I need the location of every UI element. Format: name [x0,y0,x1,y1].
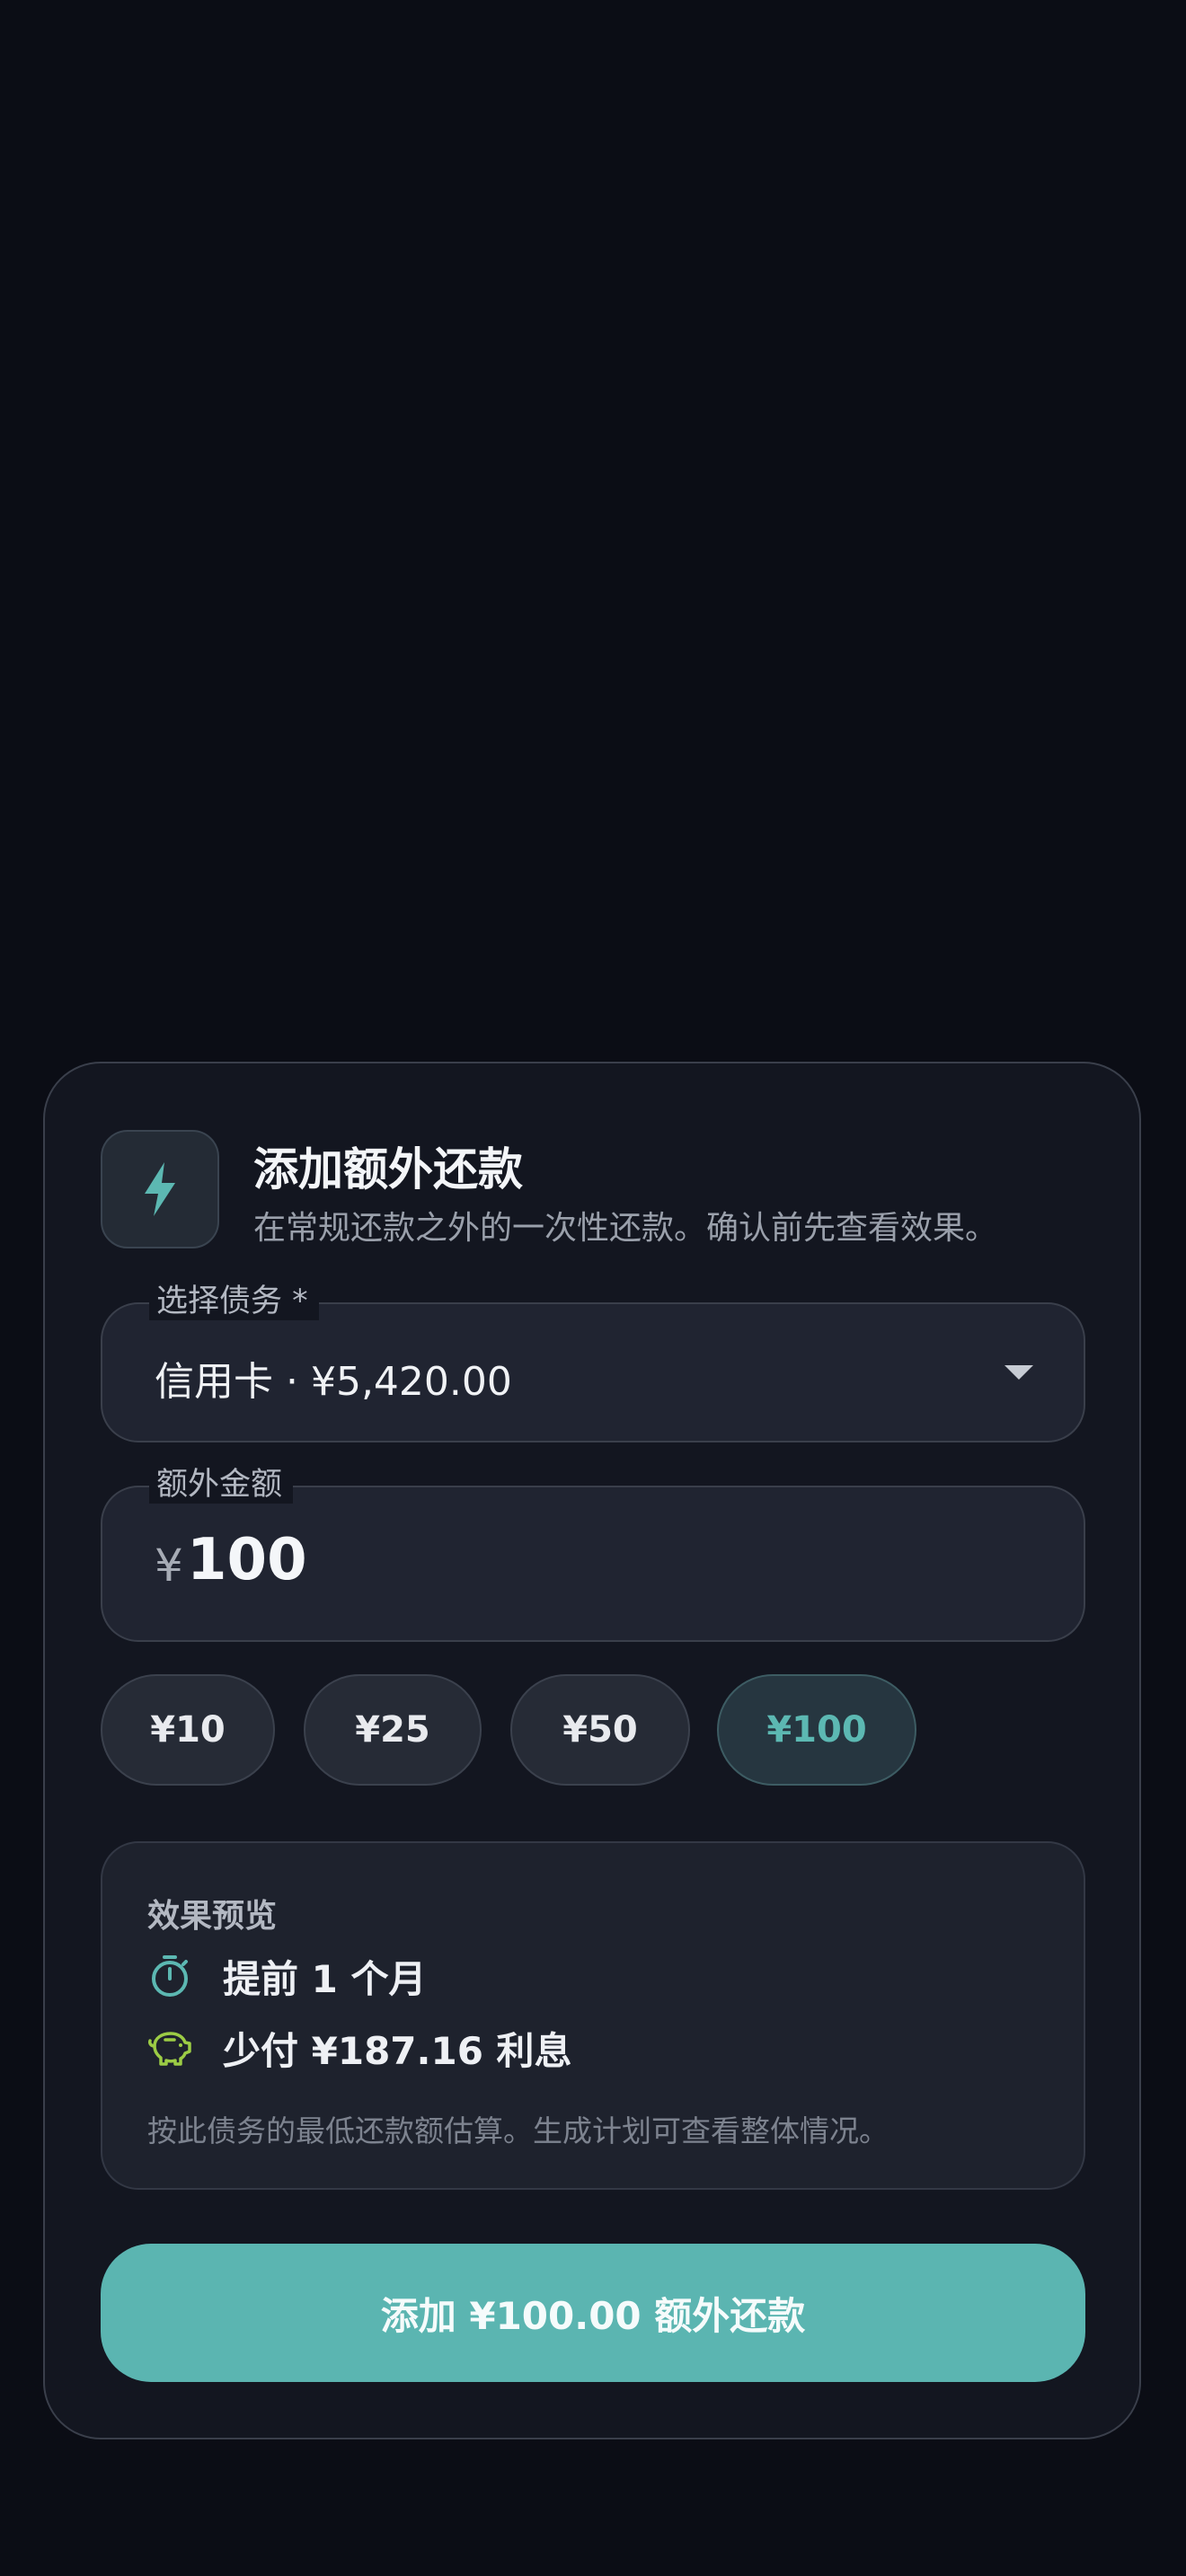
quick-amount-chip-50[interactable]: ¥50 [510,1674,690,1786]
quick-amount-chip-25[interactable]: ¥25 [304,1674,482,1786]
effect-preview-card: 效果预览 提前 1 个月 少付 ¥187.16 利息 按此债务的最低还款额估算。… [101,1841,1085,2190]
dropdown-arrow-icon[interactable] [1005,1365,1033,1380]
piggy-bank-icon [147,2025,192,2070]
debt-select[interactable]: 选择债务 * 信用卡 · ¥5,420.00 [101,1283,1085,1442]
add-extra-payment-button[interactable]: 添加 ¥100.00 额外还款 [101,2244,1085,2382]
debt-select-value: 信用卡 · ¥5,420.00 [155,1359,512,1405]
preview-time-text: 提前 1 个月 [223,1956,427,2001]
extra-amount-label: 额外金额 [149,1466,294,1504]
extra-amount-field[interactable]: 额外金额 ¥ 100 [101,1466,1085,1642]
quick-amount-chip-10[interactable]: ¥10 [101,1674,275,1786]
add-extra-payment-sheet: 添加额外还款 在常规还款之外的一次性还款。确认前先查看效果。 选择债务 * 信用… [43,1062,1141,2439]
preview-item-time: 提前 1 个月 [147,1951,426,2001]
bolt-icon [101,1130,219,1248]
preview-note: 按此债务的最低还款额估算。生成计划可查看整体情况。 [147,2113,889,2148]
preview-item-interest: 少付 ¥187.16 利息 [147,2023,572,2073]
dialog-subtitle: 在常规还款之外的一次性还款。确认前先查看效果。 [253,1210,998,1247]
extra-amount-input[interactable]: 100 [187,1527,307,1593]
timer-icon [147,1954,192,1998]
preview-title: 效果预览 [147,1898,278,1935]
currency-symbol: ¥ [155,1539,183,1592]
dialog-title: 添加额外还款 [253,1143,523,1195]
debt-select-label: 选择债务 * [149,1283,319,1320]
quick-amount-chip-100[interactable]: ¥100 [717,1674,916,1786]
preview-interest-text: 少付 ¥187.16 利息 [223,2028,572,2073]
